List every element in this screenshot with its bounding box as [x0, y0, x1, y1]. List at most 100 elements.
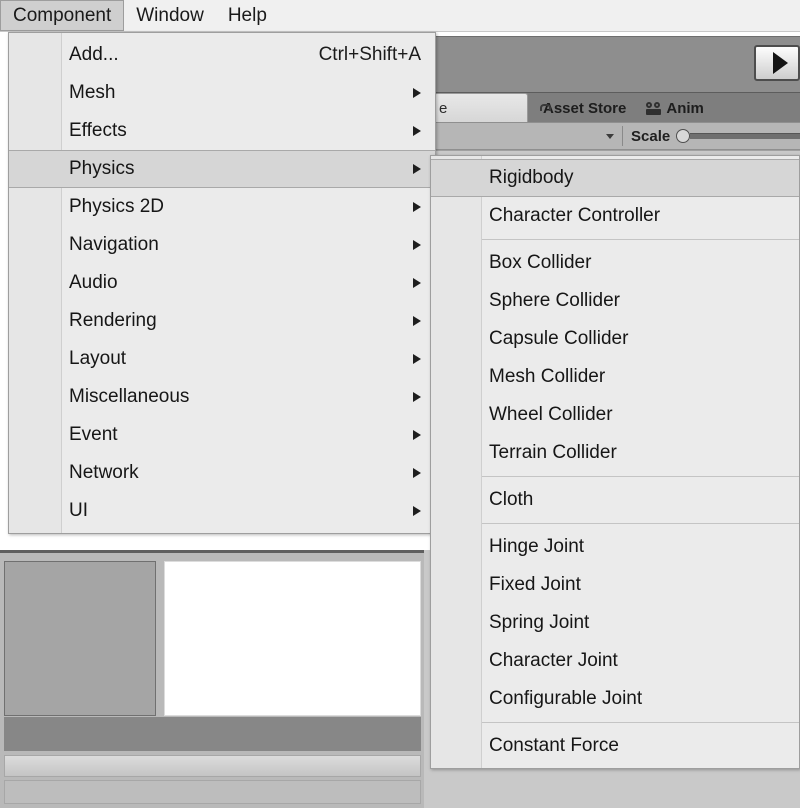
menu-item-character-joint[interactable]: Character Joint	[431, 642, 799, 680]
editor-tab-scene[interactable]: e	[434, 93, 528, 123]
menubar-item-label: Component	[13, 4, 112, 26]
menu-item-label: Cloth	[489, 489, 534, 510]
menu-item-add[interactable]: Add... Ctrl+Shift+A	[9, 36, 435, 74]
menu-item-label: Capsule Collider	[489, 328, 629, 349]
menu-item-label: Terrain Collider	[489, 442, 617, 463]
menu-item-label: Constant Force	[489, 735, 619, 756]
menu-item-terrain-collider[interactable]: Terrain Collider	[431, 434, 799, 472]
menu-item-sphere-collider[interactable]: Sphere Collider	[431, 282, 799, 320]
submenu-arrow-icon	[413, 240, 421, 250]
unity-editor-screenshot: e Asset Store Anim Scale Component Windo…	[0, 0, 800, 808]
menu-item-mesh-collider[interactable]: Mesh Collider	[431, 358, 799, 396]
menu-item-effects[interactable]: Effects	[9, 112, 435, 150]
menu-item-label: Rendering	[69, 310, 157, 331]
menu-item-label: Event	[69, 424, 118, 445]
menu-item-miscellaneous[interactable]: Miscellaneous	[9, 378, 435, 416]
menu-separator	[482, 239, 799, 240]
menu-item-event[interactable]: Event	[9, 416, 435, 454]
editor-hierarchy-pane	[4, 561, 156, 716]
menu-item-label: Mesh	[69, 82, 116, 103]
editor-tab-label: e	[439, 100, 448, 117]
menu-item-label: Fixed Joint	[489, 574, 581, 595]
submenu-arrow-icon	[413, 430, 421, 440]
menu-item-label: Spring Joint	[489, 612, 590, 633]
menu-item-wheel-collider[interactable]: Wheel Collider	[431, 396, 799, 434]
component-dropdown-menu: Add... Ctrl+Shift+A Mesh Effects Physics Phys…	[8, 32, 436, 534]
menu-item-label: Hinge Joint	[489, 536, 585, 557]
component-menu-list: Add... Ctrl+Shift+A Mesh Effects Physics Phys…	[9, 33, 435, 533]
menu-item-cloth[interactable]: Cloth	[431, 481, 799, 519]
scale-slider-track[interactable]	[690, 133, 800, 139]
menu-item-label: Network	[69, 462, 139, 483]
menubar-item-label: Help	[227, 4, 267, 26]
physics-submenu-list: Rigidbody Character Controller Box Collide…	[431, 156, 799, 768]
play-icon	[772, 52, 788, 74]
submenu-arrow-icon	[413, 278, 421, 288]
submenu-arrow-icon	[413, 392, 421, 402]
menu-item-character-controller[interactable]: Character Controller	[431, 197, 799, 235]
editor-footer-band-lower	[4, 780, 421, 804]
menu-item-label: Audio	[69, 272, 118, 293]
submenu-arrow-icon	[413, 506, 421, 516]
menubar-item-window[interactable]: Window	[124, 0, 216, 31]
play-button[interactable]	[754, 45, 800, 81]
menu-item-fixed-joint[interactable]: Fixed Joint	[431, 566, 799, 604]
menu-item-layout[interactable]: Layout	[9, 340, 435, 378]
menu-item-shortcut: Ctrl+Shift+A	[318, 44, 421, 65]
chevron-down-icon[interactable]	[606, 133, 614, 139]
editor-tab-label: Asset Store	[543, 99, 627, 117]
editor-toolbar	[434, 36, 800, 93]
menu-item-constant-force[interactable]: Constant Force	[431, 727, 799, 765]
menu-item-capsule-collider[interactable]: Capsule Collider	[431, 320, 799, 358]
menu-item-configurable-joint[interactable]: Configurable Joint	[431, 680, 799, 718]
menu-item-navigation[interactable]: Navigation	[9, 226, 435, 264]
menu-separator	[482, 476, 799, 477]
menu-item-hinge-joint[interactable]: Hinge Joint	[431, 528, 799, 566]
submenu-arrow-icon	[413, 202, 421, 212]
menu-item-rendering[interactable]: Rendering	[9, 302, 435, 340]
menu-item-network[interactable]: Network	[9, 454, 435, 492]
menu-item-label: Sphere Collider	[489, 290, 620, 311]
menu-item-label: UI	[69, 500, 88, 521]
menu-item-physics-2d[interactable]: Physics 2D	[9, 188, 435, 226]
menu-item-label: Physics 2D	[69, 196, 165, 217]
menu-item-box-collider[interactable]: Box Collider	[431, 244, 799, 282]
menu-separator	[482, 523, 799, 524]
menubar-item-label: Window	[136, 4, 204, 26]
menu-bar: Component Window Help	[0, 0, 800, 32]
menu-item-label: Rigidbody	[489, 167, 574, 188]
menu-item-label: Configurable Joint	[489, 688, 643, 709]
menu-item-physics[interactable]: Physics	[9, 150, 435, 188]
menu-item-label: Box Collider	[489, 252, 592, 273]
editor-status-band	[4, 717, 421, 751]
submenu-arrow-icon	[413, 164, 421, 174]
menu-item-label: Miscellaneous	[69, 386, 190, 407]
menu-item-audio[interactable]: Audio	[9, 264, 435, 302]
editor-tab-asset-store[interactable]: Asset Store	[528, 93, 636, 123]
scale-label: Scale	[631, 127, 671, 145]
menu-item-label: Character Joint	[489, 650, 618, 671]
menu-item-spring-joint[interactable]: Spring Joint	[431, 604, 799, 642]
editor-tab-label: Anim	[666, 99, 704, 117]
submenu-arrow-icon	[413, 88, 421, 98]
scale-slider[interactable]	[676, 129, 800, 143]
menu-separator	[482, 722, 799, 723]
menu-item-mesh[interactable]: Mesh	[9, 74, 435, 112]
scale-slider-handle[interactable]	[676, 129, 691, 143]
submenu-arrow-icon	[413, 126, 421, 136]
editor-footer-band-upper	[4, 755, 421, 777]
menu-item-label: Physics	[69, 158, 135, 179]
menubar-item-component[interactable]: Component	[0, 0, 125, 31]
editor-project-pane	[164, 561, 421, 716]
menu-item-rigidbody[interactable]: Rigidbody	[431, 159, 799, 197]
menu-item-label: Wheel Collider	[489, 404, 613, 425]
submenu-arrow-icon	[413, 316, 421, 326]
menubar-item-help[interactable]: Help	[216, 0, 279, 31]
animation-icon	[646, 101, 662, 115]
menu-item-label: Mesh Collider	[489, 366, 606, 387]
menu-item-label: Add...	[69, 44, 119, 65]
editor-tab-animation[interactable]: Anim	[636, 93, 714, 123]
divider	[622, 126, 623, 146]
menu-item-ui[interactable]: UI	[9, 492, 435, 530]
physics-submenu: Rigidbody Character Controller Box Collide…	[430, 155, 800, 769]
